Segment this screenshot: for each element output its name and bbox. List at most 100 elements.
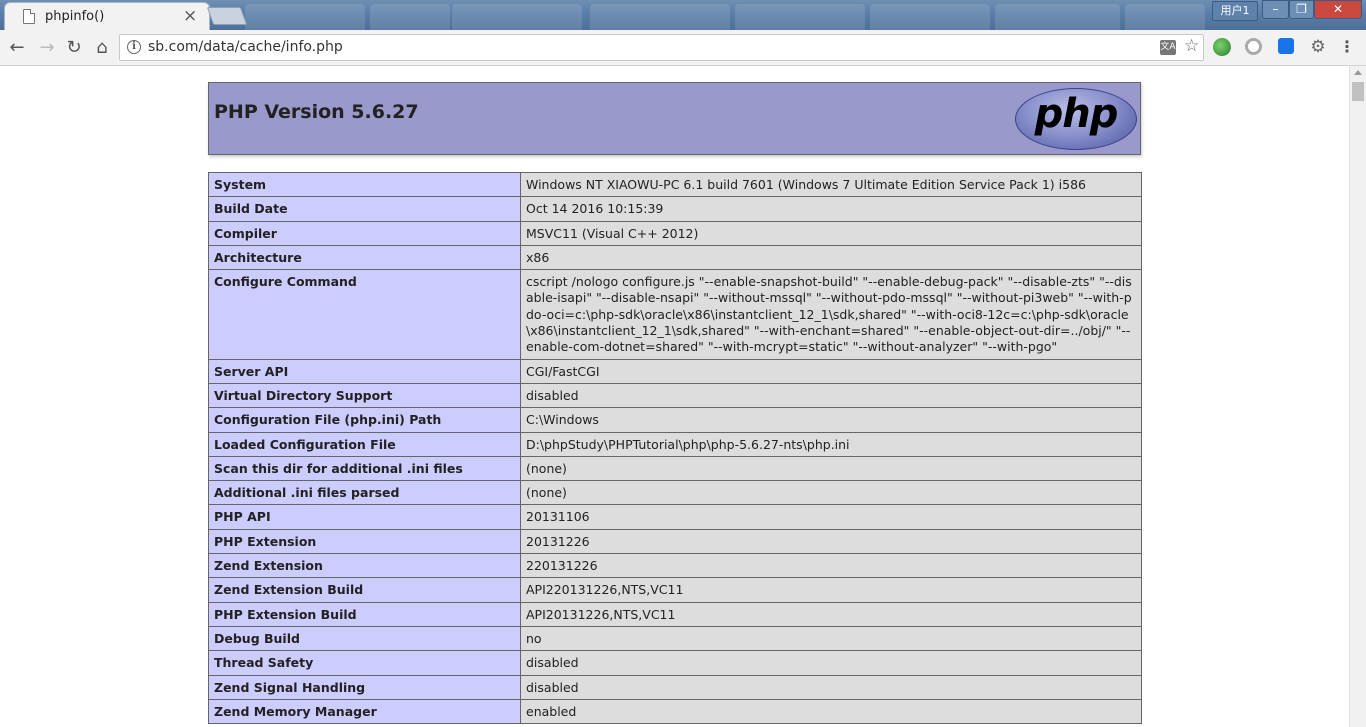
- new-tab-button[interactable]: [206, 7, 248, 25]
- row-key: Scan this dir for additional .ini files: [208, 455, 521, 482]
- background-tab[interactable]: [452, 4, 582, 30]
- table-row: Configure Command cscript /nologo configu…: [208, 269, 1142, 360]
- row-key: PHP Extension Build: [208, 601, 521, 627]
- window-titlebar: phpinfo() × 用户1 – ❐ ✕: [0, 0, 1366, 30]
- minimize-button[interactable]: –: [1262, 0, 1289, 19]
- row-key: Zend Extension: [208, 553, 521, 579]
- row-key: Thread Safety: [208, 650, 521, 676]
- row-key: System: [208, 171, 521, 198]
- table-row: Zend Signal Handling disabled: [208, 674, 1142, 700]
- row-value: x86: [520, 244, 1142, 271]
- scroll-up-arrow-icon[interactable]: [1354, 70, 1362, 75]
- address-bar[interactable]: i sb.com/data/cache/info.php 文A ☆: [119, 34, 1204, 61]
- row-key: Configuration File (php.ini) Path: [208, 407, 521, 433]
- menu-icon[interactable]: ⋮: [1339, 38, 1355, 56]
- table-row: Zend Memory Manager enabled: [208, 698, 1142, 725]
- row-key: Virtual Directory Support: [208, 382, 521, 409]
- row-value: disabled: [520, 650, 1142, 676]
- row-key: Loaded Configuration File: [208, 431, 521, 457]
- table-row: System Windows NT XIAOWU-PC 6.1 build 760…: [208, 171, 1142, 198]
- background-tab[interactable]: [870, 4, 990, 30]
- extension-circle-icon[interactable]: [1245, 38, 1262, 55]
- row-value: C:\Windows: [520, 407, 1142, 433]
- table-row: PHP Extension Build API20131226,NTS,VC11: [208, 601, 1142, 627]
- browser-toolbar: ← → ↻ ⌂ i sb.com/data/cache/info.php 文A …: [0, 30, 1366, 66]
- table-row: Additional .ini files parsed (none): [208, 480, 1142, 506]
- page-viewport: PHP Version 5.6.27 php System Windows NT …: [0, 66, 1349, 727]
- row-value: (none): [520, 455, 1142, 482]
- row-key: Zend Extension Build: [208, 577, 521, 603]
- table-row: Loaded Configuration File D:\phpStudy\PHP…: [208, 431, 1142, 457]
- background-tab[interactable]: [735, 4, 865, 30]
- page-title: PHP Version 5.6.27: [214, 101, 419, 123]
- reload-icon[interactable]: ↻: [63, 37, 85, 59]
- info-table: System Windows NT XIAOWU-PC 6.1 build 760…: [208, 171, 1142, 725]
- table-row: Compiler MSVC11 (Visual C++ 2012): [208, 220, 1142, 246]
- close-tab-icon[interactable]: ×: [183, 6, 197, 26]
- row-value: CGI/FastCGI: [520, 358, 1142, 384]
- row-key: PHP API: [208, 504, 521, 530]
- extension-gear-icon[interactable]: ⚙: [1309, 38, 1327, 56]
- row-value: API20131226,NTS,VC11: [520, 601, 1142, 627]
- extension-globe-icon[interactable]: [1213, 38, 1231, 56]
- php-logo-text: php: [1034, 91, 1119, 137]
- table-row: Build Date Oct 14 2016 10:15:39: [208, 196, 1142, 222]
- table-row: Architecture x86: [208, 244, 1142, 271]
- site-info-icon[interactable]: i: [127, 40, 141, 54]
- table-row: Scan this dir for additional .ini files(…: [208, 455, 1142, 482]
- table-row: PHP Extension 20131226: [208, 528, 1142, 555]
- tab-title: phpinfo(): [45, 9, 105, 24]
- extension-blue-icon[interactable]: [1278, 38, 1294, 54]
- scroll-thumb[interactable]: [1352, 82, 1364, 101]
- translate-icon[interactable]: 文A: [1160, 40, 1176, 55]
- vertical-scrollbar[interactable]: [1349, 66, 1366, 727]
- table-row: PHP API 20131106: [208, 504, 1142, 530]
- row-key: Compiler: [208, 220, 521, 246]
- row-value: enabled: [520, 698, 1142, 725]
- table-row: Virtual Directory Support disabled: [208, 382, 1142, 409]
- row-value: Oct 14 2016 10:15:39: [520, 196, 1142, 222]
- row-value: 20131106: [520, 504, 1142, 530]
- row-value: 220131226: [520, 553, 1142, 579]
- table-row: Zend Extension Build API220131226,NTS,VC1…: [208, 577, 1142, 603]
- row-key: Debug Build: [208, 625, 521, 652]
- table-row: Zend Extension 220131226: [208, 553, 1142, 579]
- row-key: PHP Extension: [208, 528, 521, 555]
- background-tab[interactable]: [590, 4, 730, 30]
- row-key: Zend Signal Handling: [208, 674, 521, 700]
- row-value: (none): [520, 480, 1142, 506]
- php-version-header: PHP Version 5.6.27 php: [208, 82, 1141, 155]
- maximize-button[interactable]: ❐: [1289, 0, 1314, 19]
- row-key: Additional .ini files parsed: [208, 480, 521, 506]
- background-tab[interactable]: [995, 4, 1120, 30]
- row-value: D:\phpStudy\PHPTutorial\php\php-5.6.27-n…: [520, 431, 1142, 457]
- row-key: Build Date: [208, 196, 521, 222]
- forward-arrow-icon[interactable]: →: [36, 37, 58, 59]
- row-key: Configure Command: [208, 269, 521, 360]
- row-value: no: [520, 625, 1142, 652]
- row-value: Windows NT XIAOWU-PC 6.1 build 7601 (Win…: [520, 171, 1142, 198]
- table-row: Server API CGI/FastCGI: [208, 358, 1142, 384]
- table-row: Configuration File (php.ini) Path C:\Wind…: [208, 407, 1142, 433]
- row-key: Zend Memory Manager: [208, 698, 521, 725]
- bookmark-star-icon[interactable]: ☆: [1184, 36, 1199, 56]
- tab-phpinfo[interactable]: phpinfo() ×: [4, 2, 210, 30]
- close-window-button[interactable]: ✕: [1314, 0, 1362, 19]
- row-value: API220131226,NTS,VC11: [520, 577, 1142, 603]
- table-row: Thread Safety disabled: [208, 650, 1142, 676]
- home-icon[interactable]: ⌂: [91, 37, 113, 59]
- url-text[interactable]: sb.com/data/cache/info.php: [148, 39, 343, 55]
- table-row: Debug Build no: [208, 625, 1142, 652]
- background-tab[interactable]: [370, 4, 450, 30]
- background-tab[interactable]: [1125, 4, 1205, 30]
- php-logo: php: [1015, 88, 1137, 150]
- row-key: Server API: [208, 358, 521, 384]
- profile-button[interactable]: 用户1: [1212, 1, 1258, 21]
- row-key: Architecture: [208, 244, 521, 271]
- back-arrow-icon[interactable]: ←: [6, 37, 28, 59]
- row-value: disabled: [520, 674, 1142, 700]
- row-value: disabled: [520, 382, 1142, 409]
- row-value: cscript /nologo configure.js "--enable-s…: [520, 269, 1142, 360]
- page-icon: [23, 9, 35, 24]
- background-tab[interactable]: [245, 4, 365, 30]
